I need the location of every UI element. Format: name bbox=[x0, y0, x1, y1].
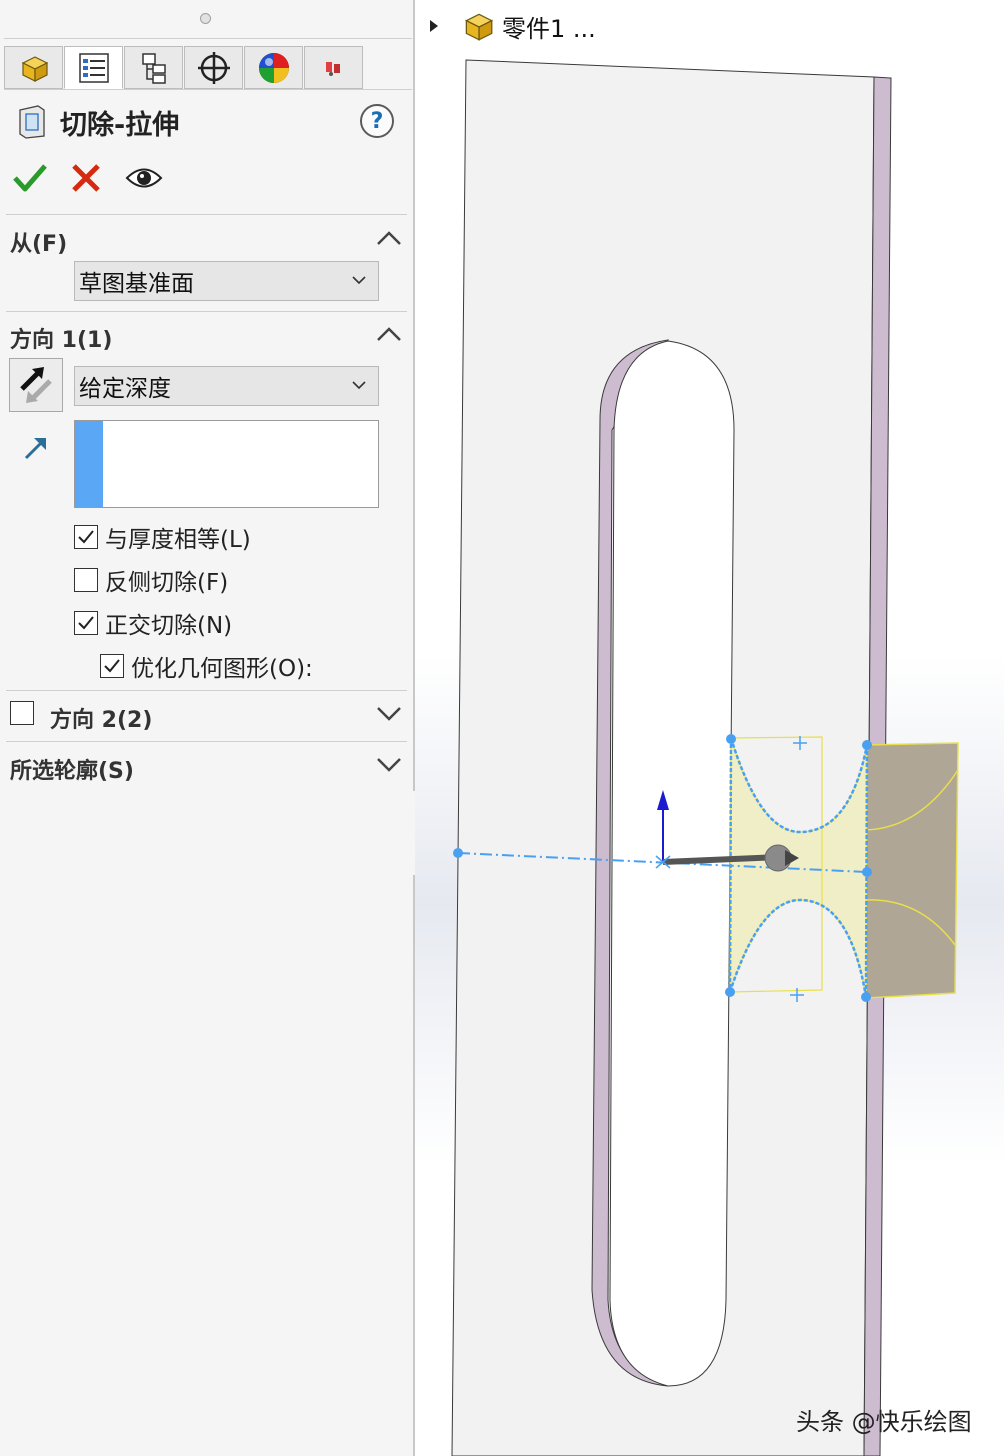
cam-manager-icon bbox=[325, 61, 340, 76]
display-manager-icon bbox=[258, 52, 289, 83]
from-section-title: 从(F) bbox=[10, 232, 68, 257]
option-equal-thickness[interactable]: 与厚度相等(L) bbox=[74, 520, 251, 554]
reverse-direction-icon bbox=[20, 367, 52, 403]
sketch-point bbox=[862, 867, 872, 877]
sketch-point bbox=[725, 987, 735, 997]
check-mark-icon bbox=[78, 530, 94, 544]
contours-title: 所选轮廓(S) bbox=[10, 759, 134, 784]
direction2-title: 方向 2(2) bbox=[50, 708, 153, 733]
manager-tabs bbox=[4, 46, 364, 90]
from-select-value: 草图基准面 bbox=[79, 271, 194, 297]
tab-property-manager[interactable] bbox=[64, 46, 123, 89]
option-optimize-geometry[interactable]: 优化几何图形(O): bbox=[100, 649, 313, 683]
tab-cam-manager[interactable] bbox=[304, 46, 363, 89]
divider bbox=[6, 311, 407, 312]
depth-selection-box[interactable] bbox=[74, 420, 379, 508]
check-mark-icon bbox=[104, 659, 120, 673]
help-button[interactable]: ? bbox=[360, 104, 394, 138]
tab-display-manager[interactable] bbox=[244, 46, 303, 89]
feature-tree-breadcrumb[interactable]: 零件1 ... bbox=[428, 8, 596, 44]
tab-configuration-manager[interactable] bbox=[124, 46, 183, 89]
check-mark-icon bbox=[78, 616, 94, 630]
from-select[interactable]: 草图基准面 bbox=[74, 261, 379, 301]
end-condition-value: 给定深度 bbox=[79, 376, 171, 402]
sketch-point bbox=[453, 848, 463, 858]
option-normal-cut[interactable]: 正交切除(N) bbox=[74, 606, 232, 640]
end-condition-select[interactable]: 给定深度 bbox=[74, 366, 379, 406]
chevron-down-icon bbox=[352, 276, 366, 285]
option-label: 反侧切除(F) bbox=[105, 570, 229, 596]
configuration-manager-icon bbox=[141, 52, 166, 84]
divider bbox=[6, 741, 407, 742]
eye-icon bbox=[125, 168, 163, 188]
feature-title: 切除-拉伸 bbox=[60, 109, 180, 141]
graphics-viewport[interactable] bbox=[415, 0, 1004, 1456]
feature-title-row: 切除-拉伸 bbox=[16, 100, 179, 144]
property-manager-panel: 切除-拉伸 ? 从(F) 草图基准面 方向 1(1) 给定深度 与厚度相等(L)… bbox=[0, 0, 413, 1456]
part-icon bbox=[464, 13, 494, 41]
sketch-point bbox=[861, 992, 871, 1002]
direction-arrow-icon bbox=[24, 438, 46, 460]
divider bbox=[6, 690, 407, 691]
divider bbox=[4, 38, 412, 39]
x-icon bbox=[72, 164, 100, 192]
checkbox-unchecked[interactable] bbox=[10, 701, 34, 725]
chevron-up-icon[interactable] bbox=[375, 228, 403, 248]
tab-feature-manager[interactable] bbox=[4, 46, 63, 89]
cancel-button[interactable] bbox=[66, 160, 106, 196]
sketch-point bbox=[862, 740, 872, 750]
feature-manager-icon bbox=[21, 55, 48, 82]
option-label: 优化几何图形(O): bbox=[131, 656, 313, 682]
direction1-title: 方向 1(1) bbox=[10, 328, 113, 353]
option-label: 与厚度相等(L) bbox=[105, 527, 251, 553]
panel-collapse-dot[interactable] bbox=[200, 13, 211, 24]
checkbox-checked[interactable] bbox=[74, 525, 98, 549]
cut-extrude-icon bbox=[19, 105, 45, 139]
checkbox-unchecked[interactable] bbox=[74, 568, 98, 592]
property-manager-icon bbox=[78, 52, 109, 83]
option-label: 正交切除(N) bbox=[105, 613, 233, 639]
checkbox-checked[interactable] bbox=[74, 611, 98, 635]
part-name: 零件1 ... bbox=[502, 14, 596, 43]
selection-focus-bar bbox=[75, 421, 103, 507]
expand-arrow-icon[interactable] bbox=[428, 18, 440, 34]
chevron-down-icon[interactable] bbox=[375, 754, 403, 774]
extrude-preview-side bbox=[865, 742, 959, 999]
ok-button[interactable] bbox=[10, 160, 50, 196]
chevron-up-icon[interactable] bbox=[375, 324, 403, 344]
sketch-point bbox=[726, 734, 736, 744]
divider bbox=[4, 89, 412, 90]
watermark: 头条 @快乐绘图 bbox=[796, 1408, 972, 1436]
tab-dimxpert-manager[interactable] bbox=[184, 46, 243, 89]
chevron-down-icon bbox=[352, 381, 366, 390]
reverse-direction-button[interactable] bbox=[9, 358, 63, 412]
chevron-down-icon[interactable] bbox=[375, 703, 403, 723]
model-view[interactable] bbox=[415, 0, 1004, 1456]
help-label: ? bbox=[370, 108, 384, 134]
check-icon bbox=[13, 164, 47, 192]
dimxpert-manager-icon bbox=[197, 51, 230, 84]
checkbox-checked[interactable] bbox=[100, 654, 124, 678]
option-flip-side-cut[interactable]: 反侧切除(F) bbox=[74, 563, 228, 597]
direction2-toggle[interactable] bbox=[10, 701, 41, 725]
preview-button[interactable] bbox=[124, 160, 164, 196]
divider bbox=[6, 214, 407, 215]
